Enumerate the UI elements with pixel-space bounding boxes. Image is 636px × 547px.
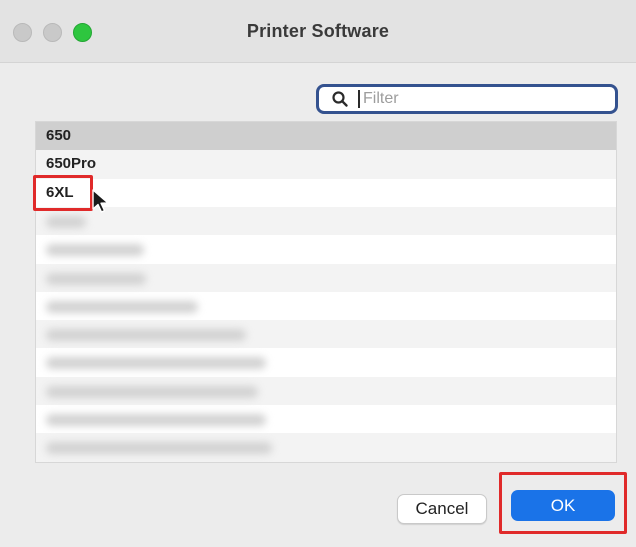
- list-item[interactable]: 650Pro: [36, 150, 616, 179]
- list-item-label: 650: [46, 127, 72, 144]
- list-item-blurred[interactable]: [36, 376, 616, 405]
- list-item-label: 650Pro: [46, 155, 97, 173]
- blurred-text: [46, 329, 246, 342]
- filter-input[interactable]: [363, 87, 603, 111]
- blurred-text: [46, 272, 146, 285]
- filter-search-field[interactable]: [316, 84, 618, 114]
- blurred-text: [46, 385, 258, 398]
- list-item-blurred[interactable]: [36, 206, 616, 236]
- list-item-blurred[interactable]: [36, 235, 616, 263]
- mouse-pointer-icon: [92, 189, 109, 213]
- blurred-text: [46, 414, 266, 426]
- list-item-blurred[interactable]: [36, 292, 616, 320]
- list-item[interactable]: 6XL: [36, 179, 616, 207]
- list-item-blurred[interactable]: [36, 348, 616, 376]
- blurred-text: [46, 244, 144, 257]
- list-item-blurred[interactable]: [36, 433, 616, 462]
- annotation-highlight-6xl: [33, 175, 93, 211]
- cancel-button[interactable]: Cancel: [397, 494, 487, 524]
- text-caret: [358, 90, 360, 108]
- window-title: Printer Software: [246, 21, 390, 41]
- printer-software-window: Printer Software 650 650Pro 6XL: [0, 0, 636, 547]
- search-icon: [332, 91, 348, 107]
- blurred-text: [46, 215, 86, 228]
- list-item-blurred[interactable]: [36, 320, 616, 349]
- annotation-highlight-ok: [499, 472, 627, 534]
- list-item[interactable]: 650: [36, 122, 616, 151]
- title-bar: Printer Software: [0, 0, 636, 63]
- blurred-text: [46, 357, 266, 370]
- blurred-text: [46, 442, 272, 455]
- printer-software-list[interactable]: 650 650Pro 6XL: [35, 121, 617, 463]
- list-item-blurred[interactable]: [36, 263, 616, 292]
- blurred-text: [46, 300, 198, 313]
- list-item-blurred[interactable]: [36, 405, 616, 433]
